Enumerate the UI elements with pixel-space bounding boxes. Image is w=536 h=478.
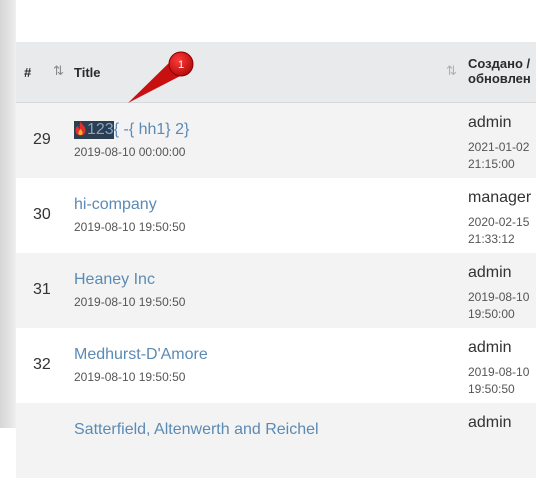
annotation-callout: 1 xyxy=(128,51,194,103)
callout-number: 1 xyxy=(178,59,184,71)
